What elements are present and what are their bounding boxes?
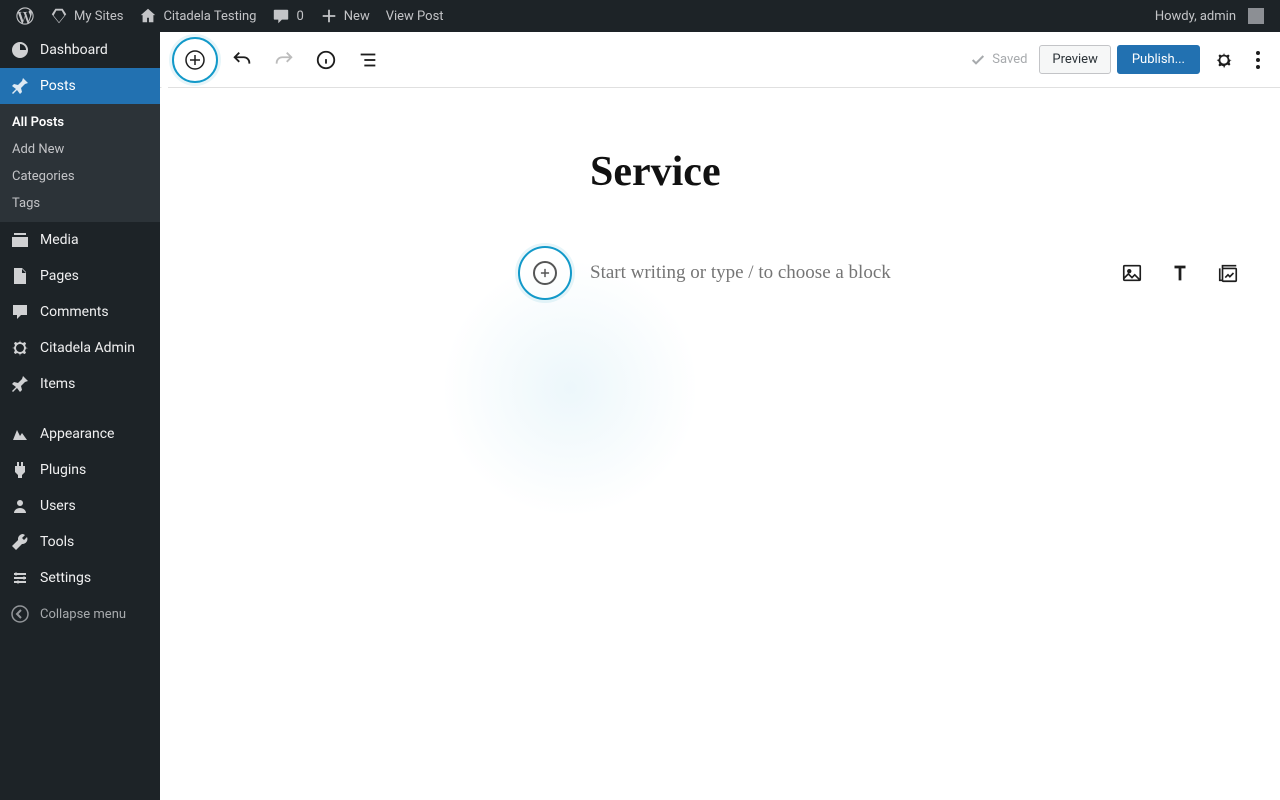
publish-button[interactable]: Publish... — [1117, 45, 1200, 74]
add-block-button-highlight — [172, 37, 218, 83]
more-menu[interactable] — [1248, 43, 1268, 77]
settings-toggle[interactable] — [1206, 42, 1242, 78]
preview-button[interactable]: Preview — [1039, 45, 1110, 74]
menu-dashboard[interactable]: Dashboard — [0, 32, 160, 68]
pin-icon — [10, 76, 30, 96]
submenu-all-posts[interactable]: All Posts — [0, 109, 160, 136]
menu-settings[interactable]: Settings — [0, 560, 160, 596]
pin-icon — [10, 374, 30, 394]
comments-menu[interactable]: 0 — [264, 0, 311, 32]
inline-add-block-highlight — [518, 246, 572, 300]
admin-sidebar: Dashboard Posts All Posts Add New Catego… — [0, 32, 160, 800]
menu-settings-label: Settings — [40, 570, 91, 586]
home-icon — [139, 7, 157, 25]
new-content-menu[interactable]: New — [312, 0, 378, 32]
menu-tools[interactable]: Tools — [0, 524, 160, 560]
inline-add-block-button[interactable] — [533, 261, 557, 285]
appearance-icon — [10, 424, 30, 444]
tools-icon — [10, 532, 30, 552]
my-sites-label: My Sites — [74, 9, 123, 24]
account-menu[interactable]: Howdy, admin — [1147, 0, 1272, 32]
info-button[interactable] — [308, 42, 344, 78]
menu-posts[interactable]: Posts — [0, 68, 160, 104]
media-icon — [10, 230, 30, 250]
page-icon — [10, 266, 30, 286]
gear-icon — [10, 338, 30, 358]
menu-users[interactable]: Users — [0, 488, 160, 524]
my-sites-menu[interactable]: My Sites — [42, 0, 131, 32]
plus-icon — [320, 7, 338, 25]
menu-users-label: Users — [40, 498, 76, 514]
new-label: New — [344, 9, 370, 24]
undo-button[interactable] — [224, 42, 260, 78]
save-status: Saved — [970, 52, 1027, 68]
heading-block-shortcut[interactable] — [1168, 261, 1192, 285]
menu-pages-label: Pages — [40, 268, 79, 284]
plugin-icon — [10, 460, 30, 480]
users-icon — [10, 496, 30, 516]
editor-toolbar: Saved Preview Publish... — [160, 32, 1280, 88]
wp-logo-menu[interactable] — [8, 0, 42, 32]
view-post-link[interactable]: View Post — [378, 0, 452, 32]
site-name-label: Citadela Testing — [163, 9, 256, 24]
menu-plugins[interactable]: Plugins — [0, 452, 160, 488]
avatar — [1248, 8, 1264, 24]
submenu-posts: All Posts Add New Categories Tags — [0, 104, 160, 222]
submenu-add-new[interactable]: Add New — [0, 136, 160, 163]
menu-pages[interactable]: Pages — [0, 258, 160, 294]
multisite-icon — [50, 7, 68, 25]
add-block-button[interactable] — [177, 42, 213, 78]
gallery-block-shortcut[interactable] — [1216, 261, 1240, 285]
block-editor: Saved Preview Publish... Service Start — [160, 32, 1280, 800]
collapse-label: Collapse menu — [40, 607, 126, 622]
collapse-icon — [10, 604, 30, 624]
menu-citadela-label: Citadela Admin — [40, 340, 135, 356]
block-placeholder[interactable]: Start writing or type / to choose a bloc… — [590, 262, 1102, 284]
post-title[interactable]: Service — [590, 148, 1280, 196]
comment-icon — [10, 302, 30, 322]
comment-icon — [272, 7, 290, 25]
menu-appearance-label: Appearance — [40, 426, 114, 442]
menu-citadela[interactable]: Citadela Admin — [0, 330, 160, 366]
menu-comments[interactable]: Comments — [0, 294, 160, 330]
image-block-shortcut[interactable] — [1120, 261, 1144, 285]
admin-bar: My Sites Citadela Testing 0 New View Pos… — [0, 0, 1280, 32]
comment-count: 0 — [296, 9, 303, 24]
submenu-categories[interactable]: Categories — [0, 163, 160, 190]
view-post-label: View Post — [386, 9, 444, 24]
dashboard-icon — [10, 40, 30, 60]
wordpress-icon — [16, 7, 34, 25]
menu-dashboard-label: Dashboard — [40, 42, 108, 58]
menu-items-label: Items — [40, 376, 75, 392]
outline-button[interactable] — [350, 42, 386, 78]
menu-media-label: Media — [40, 232, 79, 248]
menu-posts-label: Posts — [40, 78, 76, 94]
submenu-tags[interactable]: Tags — [0, 190, 160, 217]
menu-media[interactable]: Media — [0, 222, 160, 258]
menu-comments-label: Comments — [40, 304, 109, 320]
menu-plugins-label: Plugins — [40, 462, 86, 478]
saved-label: Saved — [992, 52, 1027, 67]
settings-icon — [10, 568, 30, 588]
menu-items[interactable]: Items — [0, 366, 160, 402]
site-name-menu[interactable]: Citadela Testing — [131, 0, 264, 32]
menu-tools-label: Tools — [40, 534, 74, 550]
collapse-menu[interactable]: Collapse menu — [0, 596, 160, 632]
howdy-label: Howdy, admin — [1155, 9, 1236, 24]
menu-appearance[interactable]: Appearance — [0, 416, 160, 452]
redo-button[interactable] — [266, 42, 302, 78]
